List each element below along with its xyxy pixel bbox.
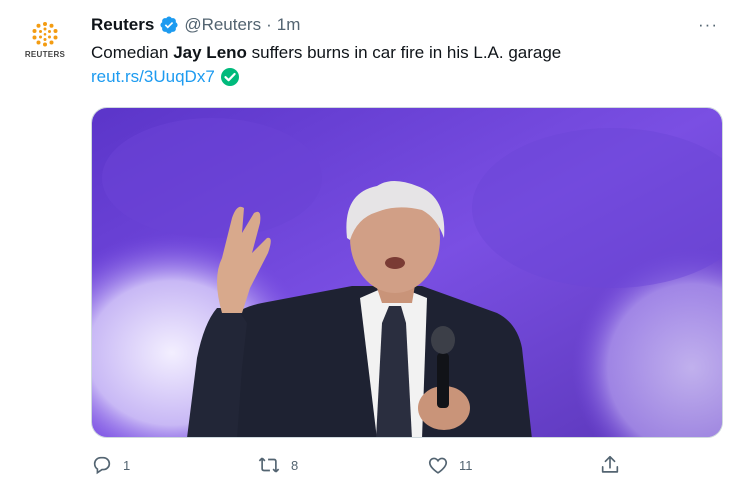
author-handle[interactable]: @Reuters <box>184 15 261 35</box>
tweet-text-after: suffers burns in car fire in his L.A. ga… <box>246 43 562 62</box>
reply-button[interactable]: 1 <box>91 454 130 476</box>
avatar-label: REUTERS <box>24 50 66 59</box>
article-link[interactable]: reut.rs/3UuqDx7 <box>91 67 215 87</box>
tweet-header: Reuters @Reuters · 1m <box>91 14 300 36</box>
like-button[interactable]: 11 <box>427 454 473 476</box>
tweet-photo[interactable] <box>91 107 723 438</box>
retweet-button[interactable]: 8 <box>257 454 298 476</box>
link-row: reut.rs/3UuqDx7 <box>91 67 240 87</box>
photo-man-with-microphone-icon <box>92 108 722 437</box>
tweet-card[interactable]: REUTERS Reuters @Reuters · 1m ··· Comedi… <box>0 0 738 487</box>
tweet-text: Comedian Jay Leno suffers burns in car f… <box>91 42 561 64</box>
avatar[interactable]: REUTERS <box>18 18 72 68</box>
tweet-text-before: Comedian <box>91 43 174 62</box>
share-button[interactable] <box>599 454 621 476</box>
reply-count: 1 <box>123 457 131 473</box>
separator-dot: · <box>266 15 272 34</box>
reply-icon <box>93 456 111 475</box>
verified-badge-icon <box>159 15 179 35</box>
check-badge-icon <box>220 67 240 87</box>
retweet-icon <box>258 457 280 473</box>
reuters-logo-icon <box>32 22 58 47</box>
tweet-timestamp[interactable]: 1m <box>277 15 301 35</box>
retweet-count: 8 <box>291 457 299 473</box>
like-count: 11 <box>459 457 473 473</box>
tweet-text-bold: Jay Leno <box>173 43 247 62</box>
action-bar: 1 8 11 <box>91 454 631 478</box>
author-name[interactable]: Reuters <box>91 15 154 35</box>
share-icon <box>601 455 619 473</box>
more-options-icon[interactable]: ··· <box>696 14 720 36</box>
heart-icon <box>428 457 448 474</box>
